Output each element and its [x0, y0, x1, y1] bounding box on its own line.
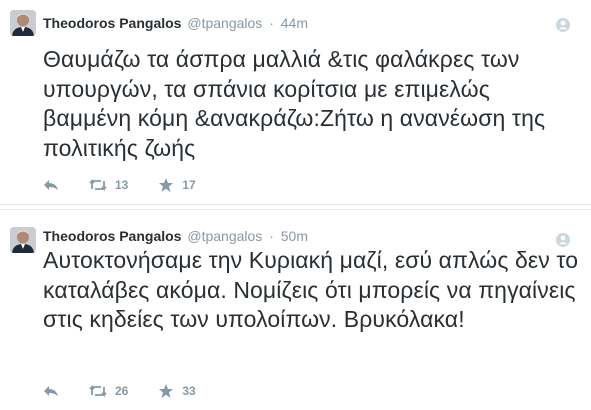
reply-button[interactable]	[43, 384, 59, 398]
retweet-icon	[89, 384, 107, 398]
separator: ·	[269, 228, 274, 244]
fullname[interactable]: Theodoros Pangalos	[43, 228, 181, 244]
retweet-count: 26	[115, 384, 129, 398]
avatar-image	[10, 227, 36, 253]
star-icon	[159, 384, 174, 398]
star-icon	[159, 178, 174, 192]
handle[interactable]: @tpangalos	[187, 228, 262, 244]
follow-icon[interactable]	[555, 17, 571, 33]
retweet-button[interactable]: 26	[89, 384, 128, 398]
retweet-count: 13	[115, 178, 129, 192]
reply-button[interactable]	[43, 178, 59, 192]
favorite-count: 33	[182, 384, 196, 398]
avatar[interactable]	[10, 227, 36, 253]
retweet-button[interactable]: 13	[89, 178, 128, 192]
reply-icon	[44, 386, 58, 396]
tweet-actions: 26 33	[43, 381, 226, 401]
avatar-image	[10, 10, 36, 36]
timestamp[interactable]: 44m	[281, 15, 308, 31]
tweet[interactable]: Theodoros Pangalos @tpangalos · 50m Αυτο…	[0, 209, 591, 410]
favorite-button[interactable]: 17	[158, 177, 196, 193]
favorite-count: 17	[182, 178, 196, 192]
tweet[interactable]: Theodoros Pangalos @tpangalos · 44m Θαυμ…	[0, 0, 591, 205]
tweet-header: Theodoros Pangalos @tpangalos · 50m	[43, 227, 308, 245]
timestamp[interactable]: 50m	[281, 228, 308, 244]
tweet-actions: 13 17	[43, 175, 226, 195]
retweet-icon	[89, 178, 107, 192]
separator: ·	[269, 15, 274, 31]
tweet-header: Theodoros Pangalos @tpangalos · 44m	[43, 14, 308, 32]
avatar[interactable]	[10, 10, 36, 36]
handle[interactable]: @tpangalos	[187, 15, 262, 31]
favorite-button[interactable]: 33	[158, 383, 196, 399]
fullname[interactable]: Theodoros Pangalos	[43, 15, 181, 31]
reply-icon	[44, 180, 58, 190]
tweet-text: Αυτοκτονήσαμε την Κυριακή μαζί, εσύ απλώ…	[43, 247, 579, 332]
tweet-text: Θαυμάζω τα άσπρα μαλλιά &τις φαλάκρες τω…	[43, 46, 546, 161]
